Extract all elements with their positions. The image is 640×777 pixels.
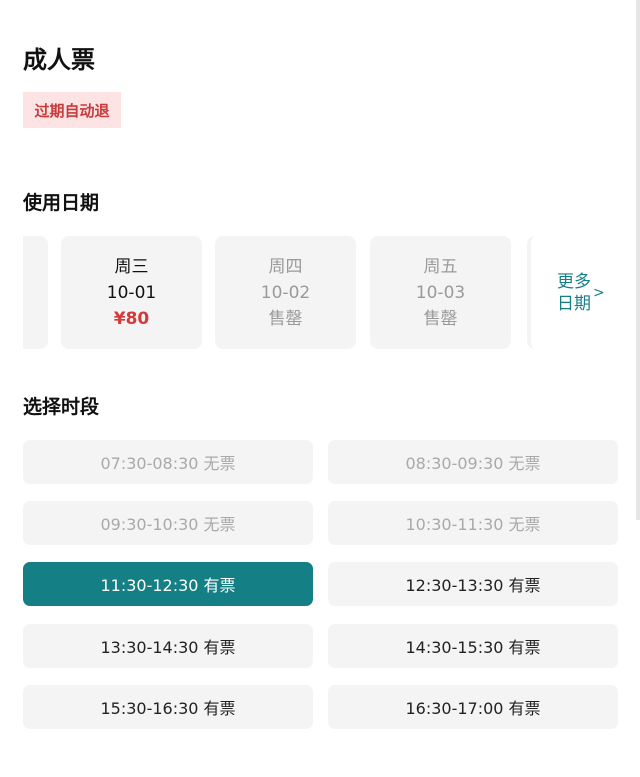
date-card-previous[interactable] [23, 236, 48, 349]
time-slot-1430[interactable]: 14:30-15:30 有票 [328, 624, 618, 668]
time-section-heading: 选择时段 [23, 396, 100, 418]
time-slot-1530[interactable]: 15:30-16:30 有票 [23, 685, 313, 729]
time-slot-1630[interactable]: 16:30-17:00 有票 [328, 685, 618, 729]
date-status: 售罄 [268, 308, 303, 329]
time-slot-0930[interactable]: 09:30-10:30 无票 [23, 501, 313, 545]
date-day: 10-01 [106, 282, 157, 303]
date-strip[interactable]: 周三 10-01 ¥80 周四 10-02 售罄 周五 10-03 售罄 更多 … [23, 236, 640, 349]
date-card-10-03[interactable]: 周五 10-03 售罄 [370, 236, 511, 349]
date-weekday: 周五 [423, 256, 458, 277]
time-slot-0830[interactable]: 08:30-09:30 无票 [328, 440, 618, 484]
page-scrollbar[interactable] [636, 0, 640, 520]
time-slot-1130[interactable]: 11:30-12:30 有票 [23, 562, 313, 606]
ticket-title: 成人票 [23, 46, 95, 74]
date-card-10-01[interactable]: 周三 10-01 ¥80 [61, 236, 202, 349]
date-weekday: 周三 [114, 256, 149, 277]
time-slot-1030[interactable]: 10:30-11:30 无票 [328, 501, 618, 545]
date-day: 10-03 [415, 282, 466, 303]
chevron-right-icon: > [593, 284, 605, 301]
time-slot-1330[interactable]: 13:30-14:30 有票 [23, 624, 313, 668]
more-dates-button[interactable]: 更多 日期 > [527, 236, 640, 349]
auto-refund-badge: 过期自动退 [23, 92, 121, 128]
date-section-heading: 使用日期 [23, 192, 100, 214]
date-card-10-02[interactable]: 周四 10-02 售罄 [215, 236, 356, 349]
date-weekday: 周四 [268, 256, 303, 277]
date-status: 售罄 [423, 308, 458, 329]
date-day: 10-02 [260, 282, 311, 303]
date-price: ¥80 [113, 308, 150, 329]
more-dates-line2: 日期 [557, 293, 591, 314]
time-slot-1230[interactable]: 12:30-13:30 有票 [328, 562, 618, 606]
more-dates-line1: 更多 [557, 271, 591, 292]
time-slot-0730[interactable]: 07:30-08:30 无票 [23, 440, 313, 484]
